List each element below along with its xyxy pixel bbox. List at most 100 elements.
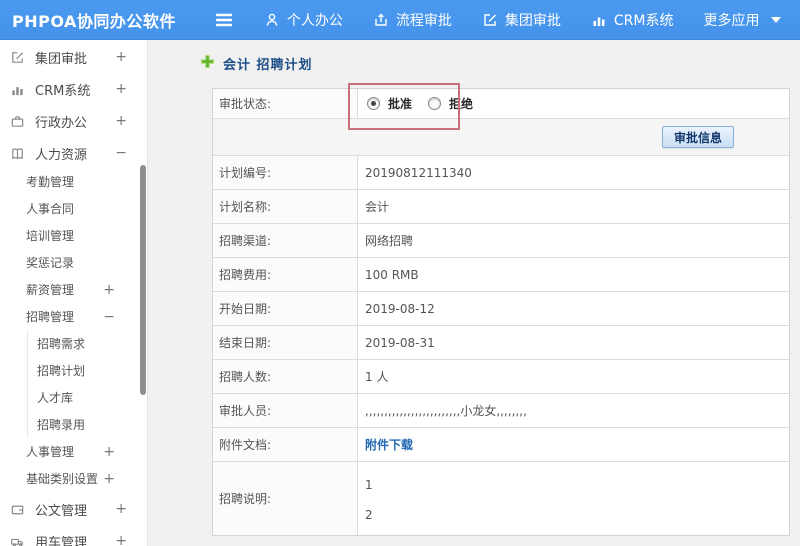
- bar-chart-icon: [10, 81, 26, 97]
- sidebar-item-human-resources[interactable]: 人力资源 −: [0, 138, 147, 168]
- sidebar-item-label: 招聘录用: [37, 418, 86, 432]
- approval-button-row: 审批信息: [213, 119, 789, 156]
- attachment-download-link[interactable]: 附件下载: [365, 436, 413, 453]
- nav-label: 个人办公: [286, 12, 343, 29]
- field-row-plan-name: 计划名称: 会计: [213, 190, 789, 224]
- approval-info-button[interactable]: 审批信息: [661, 126, 734, 148]
- field-row-recruit-description: 招聘说明: 1 2: [213, 462, 789, 535]
- sidebar-item-reward-punishment[interactable]: 奖惩记录: [0, 249, 147, 276]
- radio-approve[interactable]: [367, 97, 380, 110]
- sidebar-item-training-mgmt[interactable]: 培训管理: [0, 222, 147, 249]
- collapse-minus-icon[interactable]: −: [103, 309, 115, 325]
- field-label: 招聘渠道:: [213, 224, 358, 257]
- sidebar-item-attendance-mgmt[interactable]: 考勤管理: [0, 168, 147, 195]
- field-row-start-date: 开始日期: 2019-08-12: [213, 292, 789, 326]
- description-line: 1: [365, 478, 373, 492]
- expand-plus-icon[interactable]: +: [115, 49, 127, 65]
- sidebar-item-salary-mgmt[interactable]: 薪资管理 +: [0, 276, 147, 303]
- field-row-recruit-channel: 招聘渠道: 网络招聘: [213, 224, 789, 258]
- sidebar-scrollbar-thumb[interactable]: [140, 165, 146, 395]
- field-label: 招聘费用:: [213, 258, 358, 291]
- sidebar-item-label: 人事管理: [26, 445, 75, 459]
- field-label: 计划编号:: [213, 156, 358, 189]
- caret-down-icon: [770, 16, 781, 23]
- sidebar-item-label: 人力资源: [35, 147, 88, 163]
- sidebar-item-label: 考勤管理: [26, 175, 75, 189]
- field-row-end-date: 结束日期: 2019-08-31: [213, 326, 789, 360]
- nav-crm-system[interactable]: CRM系统: [591, 10, 674, 30]
- sidebar-item-label: CRM系统: [35, 83, 91, 99]
- sidebar-item-vehicle-mgmt[interactable]: 用车管理 +: [0, 526, 147, 546]
- sidebar-item-recruit-hire[interactable]: 招聘录用: [28, 411, 147, 438]
- field-row-approvers: 审批人员: ,,,,,,,,,,,,,,,,,,,,,,,,,小龙女,,,,,,…: [213, 394, 789, 428]
- field-row-headcount: 招聘人数: 1 人: [213, 360, 789, 394]
- field-label: 开始日期:: [213, 292, 358, 325]
- field-value: 2019-08-12: [365, 301, 435, 316]
- sidebar-item-recruit-mgmt[interactable]: 招聘管理 −: [0, 303, 147, 330]
- field-label: 附件文档:: [213, 428, 358, 461]
- field-value: 1 2: [358, 462, 789, 535]
- field-label: 招聘人数:: [213, 360, 358, 393]
- sidebar-item-admin-office[interactable]: 行政办公 +: [0, 106, 147, 136]
- flow-export-icon: [373, 12, 389, 28]
- sidebar-item-recruit-demand[interactable]: 招聘需求: [28, 330, 147, 357]
- sidebar-item-label: 人才库: [37, 391, 74, 405]
- sidebar-item-personnel-mgmt[interactable]: 人事管理 +: [0, 438, 147, 465]
- nav-more-apps[interactable]: 更多应用: [704, 10, 781, 30]
- field-value: 会计: [365, 200, 390, 214]
- phpoa-app-window: PHPOA协同办公软件 个人办公 流程审批 集团审批 CRM系统 更多应用 集团…: [0, 0, 800, 546]
- sidebar-item-document-mgmt[interactable]: 公文管理 +: [0, 494, 147, 524]
- truck-icon: [10, 533, 26, 546]
- sidebar-item-personnel-contract[interactable]: 人事合同: [0, 195, 147, 222]
- sidebar-item-group-approval[interactable]: 集团审批 +: [0, 42, 147, 72]
- field-value: 20190812111340: [365, 165, 472, 180]
- expand-plus-icon[interactable]: +: [103, 444, 115, 460]
- expand-plus-icon[interactable]: +: [115, 81, 127, 97]
- nav-personal-office[interactable]: 个人办公: [264, 10, 343, 30]
- sidebar-item-label: 招聘管理: [26, 310, 75, 324]
- recruit-submenu: 招聘需求 招聘计划 人才库 招聘录用: [27, 330, 147, 438]
- sidebar-item-label: 用车管理: [35, 535, 88, 546]
- sidebar-item-label: 人事合同: [26, 202, 75, 216]
- nav-group-approval[interactable]: 集团审批: [482, 10, 561, 30]
- field-label: 招聘说明:: [213, 462, 358, 535]
- field-label: 结束日期:: [213, 326, 358, 359]
- edit-square-icon: [10, 49, 26, 65]
- expand-plus-icon[interactable]: +: [103, 282, 115, 298]
- book-icon: [10, 145, 26, 161]
- field-row-attachment: 附件文档: 附件下载: [213, 428, 789, 462]
- expand-plus-icon[interactable]: +: [115, 113, 127, 129]
- nav-flow-approval[interactable]: 流程审批: [373, 10, 452, 30]
- field-row-plan-number: 计划编号: 20190812111340: [213, 156, 789, 190]
- expand-plus-icon[interactable]: +: [115, 533, 127, 546]
- page-title: 会计 招聘计划: [200, 54, 313, 73]
- sidebar-item-talent-pool[interactable]: 人才库: [28, 384, 147, 411]
- top-navigation-bar: PHPOA协同办公软件 个人办公 流程审批 集团审批 CRM系统 更多应用: [0, 0, 800, 40]
- sidebar-item-crm[interactable]: CRM系统 +: [0, 74, 147, 104]
- sidebar-item-recruit-plan[interactable]: 招聘计划: [28, 357, 147, 384]
- edit-square-icon: [482, 12, 498, 28]
- field-value: ,,,,,,,,,,,,,,,,,,,,,,,,,小龙女,,,,,,,,: [365, 404, 527, 418]
- bar-chart-icon: [591, 12, 607, 28]
- app-logo: PHPOA协同办公软件: [12, 11, 176, 31]
- sidebar-item-label: 招聘计划: [37, 364, 86, 378]
- radio-approve-label: 批准: [388, 97, 413, 111]
- nav-label: 更多应用: [703, 12, 760, 29]
- field-row-recruit-cost: 招聘费用: 100 RMB: [213, 258, 789, 292]
- sidebar-item-base-category-settings[interactable]: 基础类别设置 +: [0, 465, 147, 492]
- field-value: 网络招聘: [365, 234, 414, 248]
- collapse-minus-icon[interactable]: −: [115, 145, 127, 161]
- radio-reject[interactable]: [428, 97, 442, 110]
- hamburger-menu-icon[interactable]: [214, 12, 234, 28]
- recruit-plan-detail-table: 审批状态: 批准 拒绝 审批信息 计划编号: 20190812111340 计划…: [212, 88, 790, 536]
- expand-plus-icon[interactable]: +: [115, 501, 127, 517]
- approval-status-row: 审批状态: 批准 拒绝: [213, 89, 789, 119]
- field-value: 100 RMB: [365, 267, 419, 282]
- approval-status-value: 批准 拒绝: [358, 89, 789, 118]
- sidebar-item-label: 培训管理: [26, 229, 75, 243]
- radio-reject-label: 拒绝: [449, 97, 474, 111]
- page-title-text: 会计 招聘计划: [223, 58, 313, 73]
- sidebar: 集团审批 + CRM系统 + 行政办公 + 人力资源 − 考勤管理 人事合同 培…: [0, 40, 148, 546]
- expand-plus-icon[interactable]: +: [103, 471, 115, 487]
- person-icon: [264, 12, 280, 28]
